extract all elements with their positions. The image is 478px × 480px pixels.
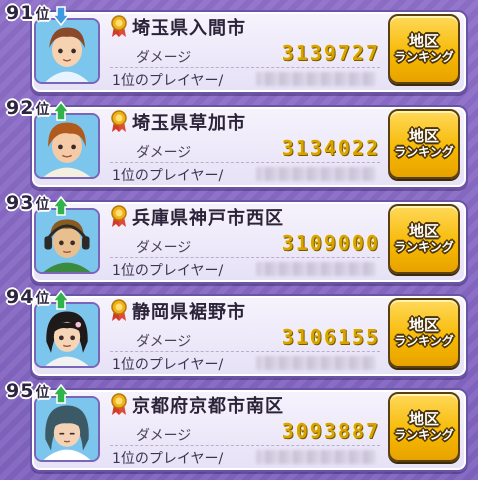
arrow-up-icon — [52, 290, 71, 310]
top-player-label: 1位のプレイヤー/ — [112, 263, 224, 279]
blurred-player-name — [256, 262, 376, 276]
medal-icon — [111, 15, 127, 37]
damage-label: ダメージ — [136, 334, 192, 350]
region-button-label: 地区 — [408, 127, 439, 146]
divider — [110, 162, 380, 163]
ranking-button-label: ランキング — [394, 427, 454, 442]
rank-label: 95 位 — [6, 378, 71, 404]
ranking-button-label: ランキング — [394, 144, 454, 159]
region-ranking-button[interactable]: 地区 ランキング — [388, 109, 460, 179]
divider — [110, 257, 380, 258]
region-ranking-button[interactable]: 地区 ランキング — [388, 14, 460, 84]
rank-suffix: 位 — [35, 7, 51, 23]
top-player-label: 1位のプレイヤー/ — [112, 73, 224, 89]
divider — [110, 67, 380, 68]
blurred-player-name — [256, 72, 376, 86]
rank-number: 92 — [6, 97, 35, 119]
rank-number: 93 — [6, 192, 35, 214]
region-button-label: 地区 — [408, 410, 439, 429]
medal-icon — [111, 393, 127, 415]
rank-number: 94 — [6, 286, 35, 308]
damage-value: 3093887 — [281, 419, 380, 443]
arrow-up-icon — [52, 384, 71, 404]
rank-label: 91 位 — [6, 0, 71, 26]
rank-label: 92 位 — [6, 95, 71, 121]
arrow-up-icon — [52, 196, 71, 216]
damage-value: 3106155 — [281, 325, 380, 349]
city-name: 京都府京都市南区 — [132, 396, 284, 417]
region-ranking-button[interactable]: 地区 ランキング — [388, 204, 460, 274]
player-avatar — [34, 18, 100, 84]
damage-label: ダメージ — [136, 428, 192, 444]
arrow-up-icon — [52, 101, 71, 121]
blurred-player-name — [256, 167, 376, 181]
ranking-entry: 93 位 兵庫県神戸市西区 ダメージ 3109000 1位のプレイヤー/ 地区 ラ… — [6, 192, 468, 284]
rank-suffix: 位 — [35, 291, 51, 307]
top-player-label: 1位のプレイヤー/ — [112, 357, 224, 373]
ranking-entry: 91 位 埼玉県入間市 ダメージ 3139727 1位のプレイヤー/ 地区 ランキ… — [6, 2, 468, 94]
damage-value: 3139727 — [281, 41, 380, 65]
rank-suffix: 位 — [35, 197, 51, 213]
region-button-label: 地区 — [408, 222, 439, 241]
player-avatar — [34, 396, 100, 462]
city-name: 静岡県裾野市 — [132, 302, 246, 323]
player-avatar — [34, 302, 100, 368]
medal-icon — [111, 110, 127, 132]
rank-suffix: 位 — [35, 102, 51, 118]
top-player-label: 1位のプレイヤー/ — [112, 168, 224, 184]
rank-label: 94 位 — [6, 284, 71, 310]
divider — [110, 445, 380, 446]
ranking-list[interactable]: 91 位 埼玉県入間市 ダメージ 3139727 1位のプレイヤー/ 地区 ランキ… — [0, 0, 478, 480]
ranking-entry: 94 位 静岡県裾野市 ダメージ 3106155 1位のプレイヤー/ 地区 ランキ… — [6, 286, 468, 378]
blurred-player-name — [256, 356, 376, 370]
player-avatar — [34, 208, 100, 274]
rank-number: 91 — [6, 2, 35, 24]
region-ranking-button[interactable]: 地区 ランキング — [388, 298, 460, 368]
region-button-label: 地区 — [408, 32, 439, 51]
rank-number: 95 — [6, 380, 35, 402]
top-player-label: 1位のプレイヤー/ — [112, 451, 224, 467]
blurred-player-name — [256, 450, 376, 464]
ranking-entry: 95 位 京都府京都市南区 ダメージ 3093887 1位のプレイヤー/ 地区 ラ… — [6, 380, 468, 472]
city-name: 埼玉県入間市 — [132, 18, 246, 39]
city-name: 兵庫県神戸市西区 — [132, 208, 284, 229]
rank-suffix: 位 — [35, 385, 51, 401]
ranking-button-label: ランキング — [394, 333, 454, 348]
ranking-entry: 92 位 埼玉県草加市 ダメージ 3134022 1位のプレイヤー/ 地区 ランキ… — [6, 97, 468, 189]
damage-label: ダメージ — [136, 145, 192, 161]
ranking-button-label: ランキング — [394, 49, 454, 64]
damage-label: ダメージ — [136, 240, 192, 256]
damage-value: 3109000 — [281, 231, 380, 255]
arrow-down-icon — [52, 6, 71, 26]
city-name: 埼玉県草加市 — [132, 113, 246, 134]
rank-label: 93 位 — [6, 190, 71, 216]
damage-value: 3134022 — [281, 136, 380, 160]
region-ranking-button[interactable]: 地区 ランキング — [388, 392, 460, 462]
region-button-label: 地区 — [408, 316, 439, 335]
ranking-button-label: ランキング — [394, 239, 454, 254]
divider — [110, 351, 380, 352]
player-avatar — [34, 113, 100, 179]
medal-icon — [111, 205, 127, 227]
medal-icon — [111, 299, 127, 321]
damage-label: ダメージ — [136, 50, 192, 66]
